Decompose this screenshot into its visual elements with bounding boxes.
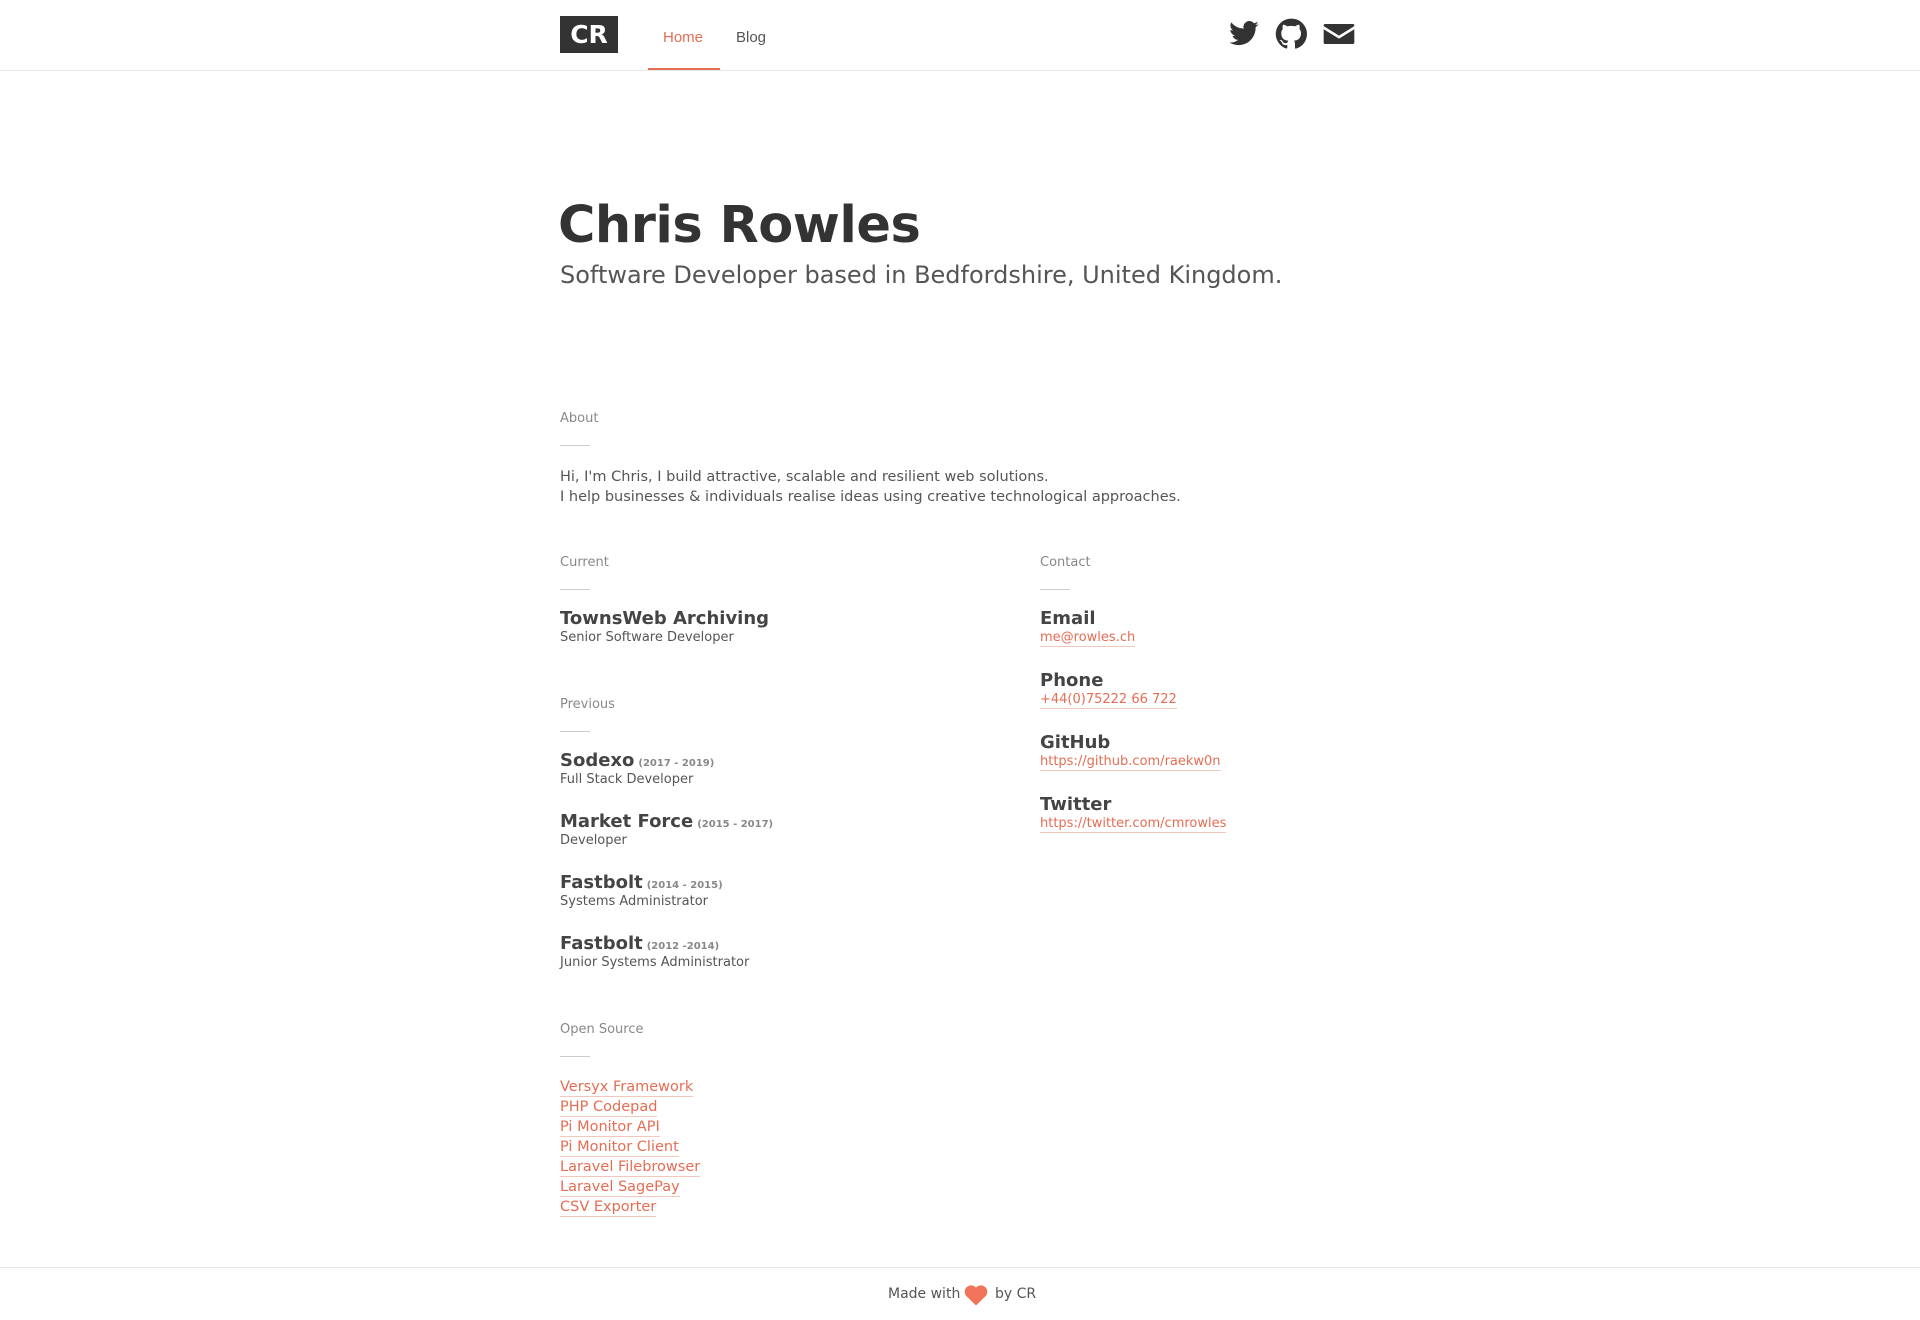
about-text: Hi, I'm Chris, I build attractive, scala…: [560, 467, 1181, 507]
open-source-link[interactable]: Laravel Filebrowser: [560, 1158, 701, 1177]
nav-home[interactable]: Home: [663, 29, 703, 46]
open-source-label: Open Source: [560, 1022, 644, 1037]
job-company: Fastbolt (2014 - 2015): [560, 872, 723, 893]
open-source-link[interactable]: CSV Exporter: [560, 1198, 657, 1217]
heart-icon: [964, 1285, 988, 1306]
open-source-link[interactable]: Laravel SagePay: [560, 1178, 680, 1197]
previous-label: Previous: [560, 697, 615, 712]
job-company: Market Force (2015 - 2017): [560, 811, 773, 832]
contact-email-title: Email: [1040, 608, 1096, 629]
contact-phone-link[interactable]: +44(0)75222 66 722: [1040, 692, 1177, 709]
job-company: Sodexo (2017 - 2019): [560, 750, 714, 771]
footer: Made with by CR: [0, 1267, 1920, 1320]
footer-by: by CR: [995, 1286, 1037, 1302]
job-role: Junior Systems Administrator: [560, 955, 750, 970]
open-source-link[interactable]: PHP Codepad: [560, 1098, 658, 1117]
page-title: Chris Rowles: [558, 196, 921, 255]
current-company: TownsWeb Archiving: [560, 608, 770, 629]
job-role: Developer: [560, 833, 627, 848]
job-years: (2015 - 2017): [697, 819, 774, 830]
contact-twitter-link[interactable]: https://twitter.com/cmrowles: [1040, 816, 1227, 833]
nav-active-indicator: [648, 68, 720, 70]
contact-twitter-title: Twitter: [1040, 794, 1112, 815]
contact-email-link[interactable]: me@rowles.ch: [1040, 630, 1136, 647]
current-divider: [560, 589, 590, 590]
about-label: About: [560, 411, 599, 426]
about-divider: [560, 445, 590, 446]
contact-label: Contact: [1040, 555, 1091, 570]
about-line: Hi, I'm Chris, I build attractive, scala…: [560, 469, 1049, 485]
footer-made-with: Made with: [888, 1286, 961, 1302]
job-role: Full Stack Developer: [560, 772, 694, 787]
open-source-divider: [560, 1056, 590, 1057]
email-icon[interactable]: [1323, 18, 1355, 50]
site-logo[interactable]: CR: [560, 16, 618, 53]
contact-divider: [1040, 589, 1070, 590]
job-role: Systems Administrator: [560, 894, 709, 909]
github-icon[interactable]: [1275, 18, 1307, 50]
page-subtitle: Software Developer based in Bedfordshire…: [560, 261, 1283, 289]
job-years: (2014 - 2015): [646, 880, 723, 891]
previous-divider: [560, 731, 590, 732]
open-source-link[interactable]: Versyx Framework: [560, 1078, 694, 1097]
open-source-link[interactable]: Pi Monitor Client: [560, 1138, 679, 1157]
job-years: (2012 -2014): [646, 941, 720, 952]
job-company: Fastbolt (2012 -2014): [560, 933, 719, 954]
contact-phone-title: Phone: [1040, 670, 1104, 691]
about-line: I help businesses & individuals realise …: [560, 489, 1181, 505]
job-company-name: Sodexo: [560, 750, 635, 771]
job-company-name: Fastbolt: [560, 933, 643, 954]
job-company-name: Fastbolt: [560, 872, 643, 893]
twitter-icon[interactable]: [1228, 18, 1260, 50]
contact-github-link[interactable]: https://github.com/raekw0n: [1040, 754, 1221, 771]
nav-blog[interactable]: Blog: [736, 29, 766, 46]
contact-github-title: GitHub: [1040, 732, 1111, 753]
open-source-link[interactable]: Pi Monitor API: [560, 1118, 660, 1137]
current-label: Current: [560, 555, 609, 570]
current-role: Senior Software Developer: [560, 630, 734, 645]
job-years: (2017 - 2019): [638, 758, 715, 769]
job-company-name: Market Force: [560, 811, 694, 832]
top-navbar: CR Home Blog: [0, 0, 1920, 71]
